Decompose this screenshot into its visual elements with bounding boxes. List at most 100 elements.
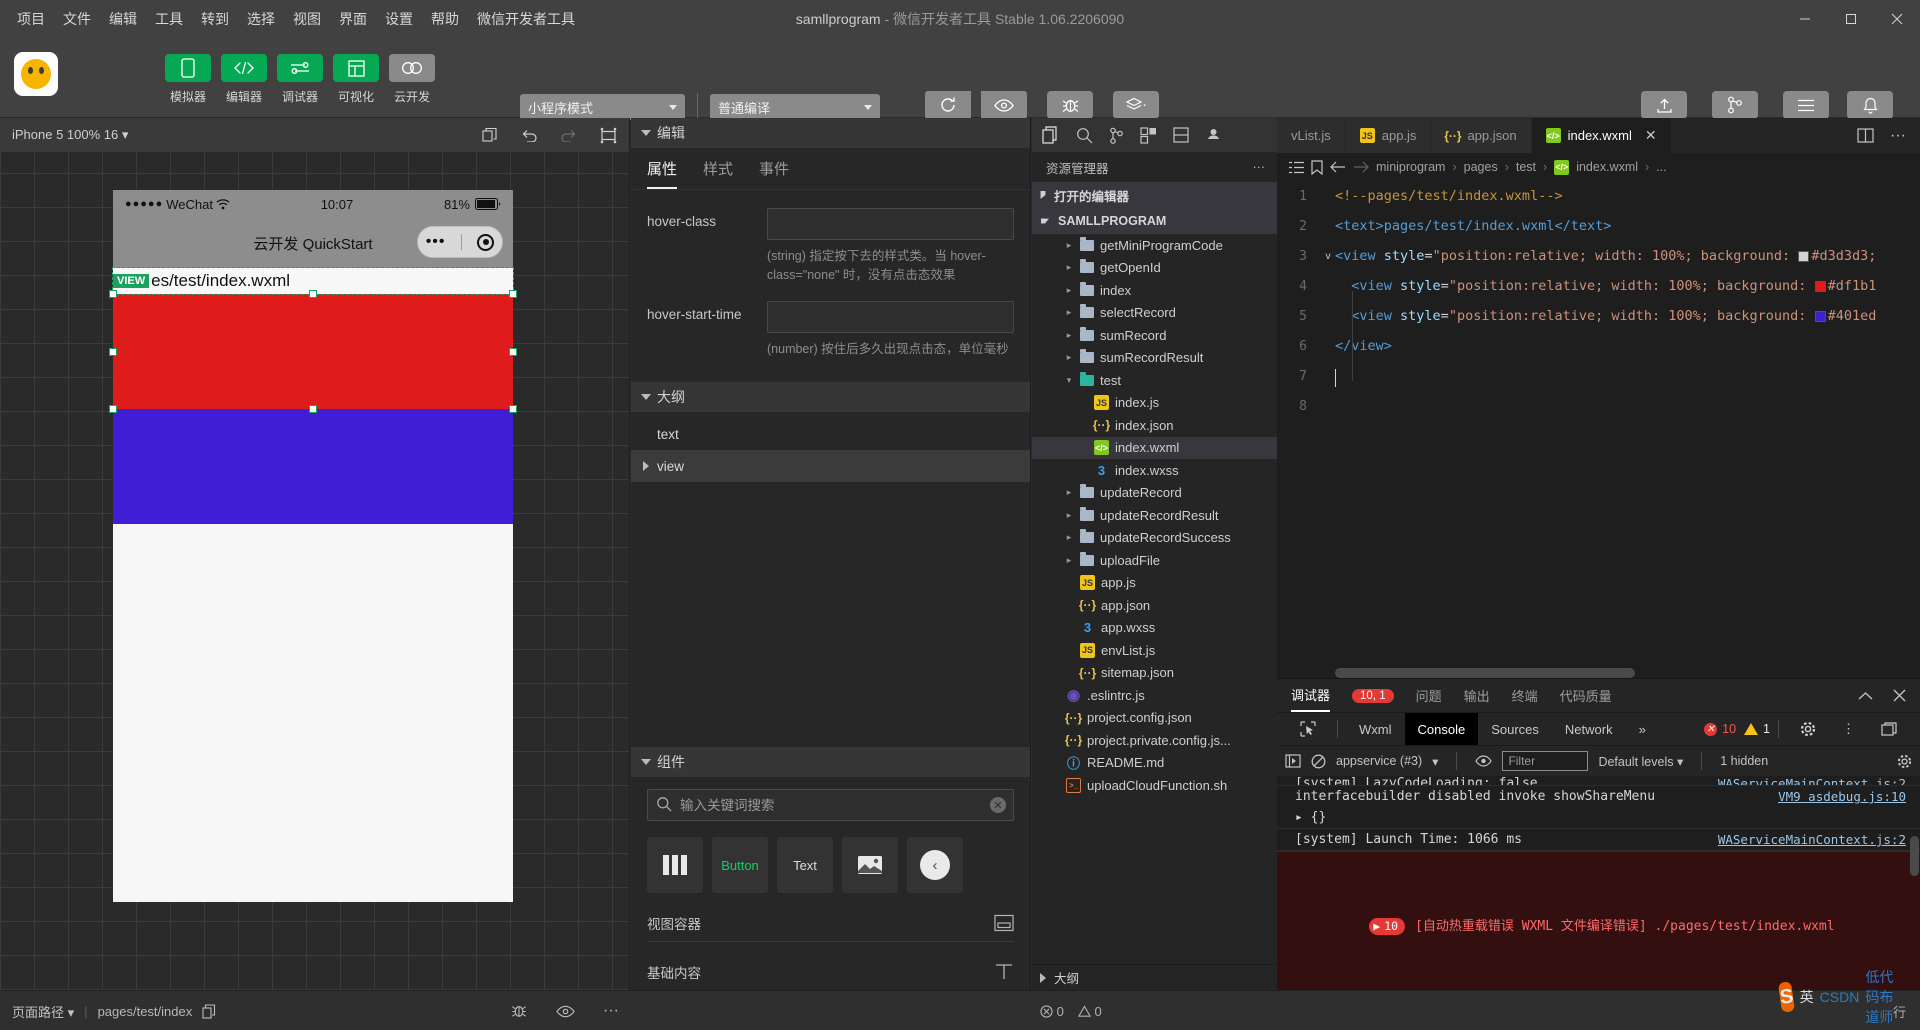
breadcrumb-test[interactable]: test — [1516, 160, 1536, 174]
menu-item-view[interactable]: 视图 — [284, 5, 330, 33]
tree-expand-arrow[interactable]: ▸ — [1064, 510, 1074, 521]
editor-tab-appjs[interactable]: JS app.js — [1345, 118, 1432, 153]
component-search-input[interactable] — [647, 789, 1014, 821]
phone-capsule-button[interactable]: ••• — [417, 226, 503, 258]
resize-handle-bc[interactable] — [309, 405, 317, 413]
editor-tab-appjson[interactable]: {··} app.json — [1431, 118, 1532, 153]
cloud-toggle-button[interactable]: 云开发 — [384, 54, 440, 105]
tree-expand-arrow[interactable]: ▸ — [1064, 285, 1074, 296]
simulator-canvas[interactable]: ●●●●● WeChat 10:07 81% 云开发 QuickStart ••… — [0, 152, 629, 990]
property-input-hover-class[interactable] — [767, 208, 1014, 240]
devtools-tab-console[interactable]: Console — [1404, 712, 1479, 746]
breadcrumb-pages[interactable]: pages — [1464, 160, 1498, 174]
error-group-count[interactable]: ▶ 10 — [1369, 917, 1406, 935]
status-problems[interactable]: 0 0 — [1040, 991, 1102, 1030]
console-output[interactable]: [system] LazyCodeLoading: false WAServic… — [1277, 776, 1920, 990]
split-editor-icon[interactable] — [1857, 128, 1874, 143]
clear-console-icon[interactable] — [1311, 754, 1326, 769]
bug-icon-status[interactable] — [510, 1002, 528, 1020]
simulator-toggle-button[interactable]: 模拟器 — [160, 54, 216, 105]
devtools-tab-wxml[interactable]: Wxml — [1346, 713, 1405, 746]
tree-row[interactable]: ▸ uploadFile — [1032, 549, 1277, 572]
tree-row[interactable]: {··} index.json — [1032, 414, 1277, 437]
code-area[interactable]: 1 <!--pages/test/index.wxml--> 2 <text>p… — [1277, 181, 1920, 678]
component-button[interactable]: Button — [712, 837, 768, 893]
outline-icon-breadcrumb[interactable] — [1289, 161, 1304, 174]
tree-row[interactable]: JS index.js — [1032, 392, 1277, 415]
warning-counter[interactable]: 1 — [1744, 722, 1770, 736]
component-image[interactable] — [842, 837, 898, 893]
close-icon-tab[interactable]: ✕ — [1645, 127, 1657, 144]
explorer-more-icon[interactable]: ··· — [1253, 160, 1266, 174]
tree-row[interactable]: JS app.js — [1032, 572, 1277, 595]
live-expression-icon[interactable] — [1475, 755, 1493, 767]
tree-expand-arrow[interactable]: ▸ — [1064, 532, 1074, 543]
explorer-outline-footer[interactable]: 大纲 — [1032, 964, 1277, 990]
undo-icon[interactable] — [520, 128, 538, 142]
tree-row[interactable]: ⓘ README.md — [1032, 752, 1277, 775]
red-view-band[interactable] — [113, 294, 513, 409]
tree-row[interactable]: ▸ updateRecord — [1032, 482, 1277, 505]
split-icon[interactable] — [1173, 127, 1189, 143]
file-tree[interactable]: ▸ getMiniProgramCode ▸ getOpenId ▸ index ▸ sele… — [1032, 234, 1277, 964]
tree-row[interactable]: {··} project.config.json — [1032, 707, 1277, 730]
more-icon-status[interactable]: ··· — [603, 1002, 619, 1020]
tree-row[interactable]: ▸ sumRecordResult — [1032, 347, 1277, 370]
device-selector[interactable]: iPhone 5 100% 16 ▾ — [12, 127, 128, 143]
devtools-tab-sources[interactable]: Sources — [1478, 713, 1552, 746]
tree-row[interactable]: ▸ getMiniProgramCode — [1032, 234, 1277, 257]
component-text[interactable]: Text — [777, 837, 833, 893]
bookmark-icon[interactable] — [1311, 159, 1323, 175]
mode-select[interactable]: 小程序模式 — [520, 94, 685, 120]
tree-row[interactable]: ▸ index — [1032, 279, 1277, 302]
console-row-3-src[interactable]: WAServiceMainContext.js:2 — [1718, 832, 1906, 847]
breadcrumb-indexwxml[interactable]: index.wxml — [1576, 160, 1638, 174]
editor-horizontal-scrollbar[interactable] — [1335, 668, 1920, 678]
extensions-icon[interactable] — [1140, 126, 1157, 144]
menu-item-select[interactable]: 选择 — [238, 5, 284, 33]
copy-icon-status[interactable] — [202, 1003, 216, 1019]
tree-row[interactable]: ▸ selectRecord — [1032, 302, 1277, 325]
menu-item-edit[interactable]: 编辑 — [100, 5, 146, 33]
menu-item-project[interactable]: 项目 — [8, 5, 54, 33]
resize-handle-tl[interactable] — [109, 290, 117, 298]
outline-item-text[interactable]: text — [631, 418, 1030, 450]
tree-expand-arrow[interactable]: ▾ — [1064, 375, 1074, 386]
debugger-tab-codequality[interactable]: 代码质量 — [1560, 686, 1612, 705]
tab-styles[interactable]: 样式 — [703, 158, 733, 189]
resize-handle-bl[interactable] — [109, 405, 117, 413]
console-row-1-src[interactable]: VM9 asdebug.js:10 — [1778, 789, 1906, 804]
debug-icon[interactable] — [1205, 127, 1222, 144]
console-row-0-src[interactable]: WAServiceMainContext.js:2 — [1718, 776, 1906, 785]
resize-handle-tr[interactable] — [509, 290, 517, 298]
menu-item-help[interactable]: 帮助 — [422, 5, 468, 33]
menu-item-interface[interactable]: 界面 — [330, 5, 376, 33]
back-arrow-icon[interactable] — [1330, 161, 1346, 173]
close-icon-debugger[interactable] — [1893, 689, 1906, 702]
breadcrumb-ellipsis[interactable]: ... — [1656, 160, 1666, 174]
edit-section-header[interactable]: 编辑 — [631, 118, 1030, 148]
outline-item-view[interactable]: view — [631, 450, 1030, 483]
console-levels-select[interactable]: Default levels ▾ — [1598, 754, 1683, 769]
inspect-element-icon[interactable] — [1287, 713, 1329, 746]
breadcrumb-miniprogram[interactable]: miniprogram — [1376, 160, 1445, 174]
compile-select[interactable]: 普通编译 — [710, 94, 880, 120]
dock-icon[interactable] — [1868, 713, 1910, 746]
console-row-2[interactable]: ▸ {} — [1277, 807, 1920, 829]
visualizer-toggle-button[interactable]: 可视化 — [328, 54, 384, 105]
tree-row[interactable]: 3 index.wxss — [1032, 459, 1277, 482]
fit-icon[interactable] — [600, 127, 617, 144]
menu-item-goto[interactable]: 转到 — [192, 5, 238, 33]
tab-attributes[interactable]: 属性 — [647, 158, 678, 189]
tree-expand-arrow[interactable]: ▸ — [1064, 487, 1074, 498]
error-counter[interactable]: ✕ 10 — [1704, 722, 1736, 736]
close-button[interactable] — [1874, 0, 1920, 38]
project-section[interactable]: SAMLLPROGRAM — [1032, 208, 1277, 234]
editor-tab-indexwxml[interactable]: </> index.wxml ✕ — [1531, 118, 1672, 153]
more-icon-editor[interactable]: ··· — [1890, 127, 1906, 145]
resize-handle-mr[interactable] — [509, 348, 517, 356]
menu-item-devtools[interactable]: 微信开发者工具 — [468, 5, 584, 33]
clear-search-icon[interactable]: ✕ — [990, 797, 1006, 813]
fold-arrow-3[interactable]: v — [1321, 251, 1335, 262]
devtools-tab-network[interactable]: Network — [1552, 713, 1626, 746]
